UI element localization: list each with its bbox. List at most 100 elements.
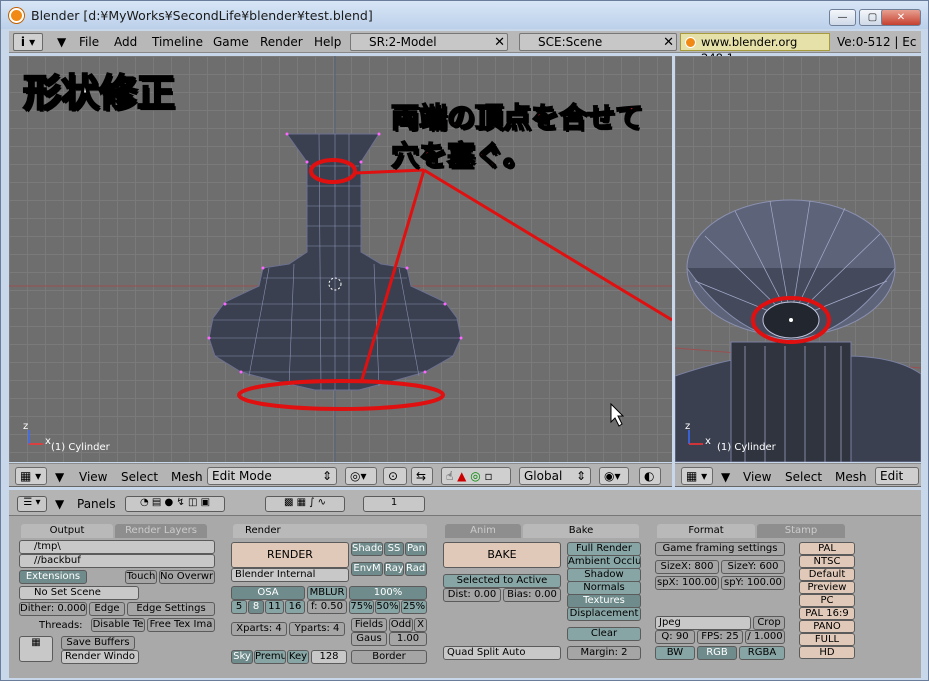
crop-toggle[interactable]: Crop <box>753 616 785 630</box>
dispwin-grid-icon[interactable]: ▦ <box>19 636 53 662</box>
side-window-type-icon[interactable]: ▦ ▾ <box>681 467 713 485</box>
no-overwrite-toggle[interactable]: No Overwri <box>159 570 215 584</box>
orientation-selector[interactable]: Global ⇕ <box>519 467 591 485</box>
preset-hd[interactable]: HD <box>799 646 855 659</box>
premul-toggle[interactable]: Premu <box>254 650 286 664</box>
layer-icon[interactable]: ◉▾ <box>599 467 629 485</box>
size-75-toggle[interactable]: 75% <box>349 600 374 614</box>
bake-ambient-occlusion[interactable]: Ambient Occlus <box>567 555 641 569</box>
disable-tex-toggle[interactable]: Disable Te <box>91 618 145 632</box>
header-collapse-icon[interactable]: ▼ <box>55 470 64 484</box>
bake-clear-toggle[interactable]: Clear <box>567 627 641 641</box>
envmap-toggle[interactable]: EnvM <box>351 562 383 576</box>
save-buffers-toggle[interactable]: Save Buffers <box>61 636 135 650</box>
pivot-icon[interactable]: ⊙ <box>383 467 407 485</box>
tab-bake[interactable]: Bake <box>523 524 639 538</box>
ray-toggle[interactable]: Ray <box>384 562 404 576</box>
menu-game[interactable]: Game <box>213 35 249 49</box>
bw-toggle[interactable]: BW <box>655 646 695 660</box>
osa-toggle[interactable]: OSA <box>231 586 305 600</box>
image-format-selector[interactable]: Jpeg <box>655 616 751 630</box>
osa-5[interactable]: 5 <box>231 600 247 614</box>
side-menu-view[interactable]: View <box>743 470 771 484</box>
context-icons[interactable]: ◔ ▤ ● ↯ ◫ ▣ <box>125 496 225 512</box>
sky-toggle[interactable]: Sky <box>231 650 253 664</box>
render-window-selector[interactable]: Render Windo <box>61 650 139 664</box>
side-menu-mesh[interactable]: Mesh <box>835 470 867 484</box>
manipulator-icons[interactable]: ☝ ▲ ◎ ▫ <box>441 467 511 485</box>
sizex-field[interactable]: SizeX: 800 <box>655 560 719 574</box>
touch-toggle[interactable]: Touch <box>125 570 157 584</box>
set-scene-selector[interactable]: No Set Scene <box>19 586 139 600</box>
size-50-toggle[interactable]: 50% <box>375 600 400 614</box>
side-3d-viewport[interactable]: z x (1) Cylinder <box>675 56 921 462</box>
mode-selector[interactable]: Edit Mode ⇕ <box>207 467 337 485</box>
yparts-field[interactable]: Yparts: 4 <box>289 622 345 636</box>
menu-view[interactable]: View <box>79 470 107 484</box>
key-toggle[interactable]: Key <box>287 650 309 664</box>
screen-selector[interactable]: SR:2-Model ✕ <box>350 33 508 51</box>
aspx-field[interactable]: spX: 100.00 <box>655 576 719 590</box>
xparts-field[interactable]: Xparts: 4 <box>231 622 287 636</box>
fps-base-field[interactable]: / 1.000 <box>745 630 785 644</box>
free-tex-images-toggle[interactable]: Free Tex Ima <box>147 618 215 632</box>
filter-size-field[interactable]: 1.00 <box>389 632 427 646</box>
tab-render-layers[interactable]: Render Layers <box>115 524 207 538</box>
bake-dist-field[interactable]: Dist: 0.00 <box>443 588 501 602</box>
dither-field[interactable]: Dither: 0.000 <box>19 602 87 616</box>
scene-selector[interactable]: SCE:Scene ✕ <box>519 33 677 51</box>
side-menu-select[interactable]: Select <box>785 470 822 484</box>
render-engine-selector[interactable]: Blender Internal <box>231 568 349 582</box>
tab-format[interactable]: Format <box>657 524 755 538</box>
scene-delete-icon[interactable]: ✕ <box>663 35 674 51</box>
fields-toggle[interactable]: Fields <box>351 618 387 632</box>
edge-settings-button[interactable]: Edge Settings <box>127 602 215 616</box>
game-framing-button[interactable]: Game framing settings <box>655 542 785 556</box>
close-button[interactable]: ✕ <box>881 9 921 26</box>
bits-selector[interactable]: 128 <box>311 650 347 664</box>
bake-full-render[interactable]: Full Render <box>567 542 641 556</box>
x-toggle[interactable]: X <box>414 618 427 632</box>
menu-help[interactable]: Help <box>314 35 341 49</box>
shadow-toggle[interactable]: Shado <box>351 542 383 556</box>
menu-expand-icon[interactable]: ▼ <box>57 35 66 49</box>
menu-render[interactable]: Render <box>260 35 303 49</box>
preset-pc[interactable]: PC <box>799 594 855 607</box>
tab-anim[interactable]: Anim <box>445 524 521 538</box>
bake-normals[interactable]: Normals <box>567 581 641 595</box>
minimize-button[interactable]: — <box>829 9 856 26</box>
edge-toggle[interactable]: Edge <box>89 602 125 616</box>
tab-output[interactable]: Output <box>21 524 113 538</box>
side-mode-selector[interactable]: Edit <box>875 467 919 485</box>
menu-select[interactable]: Select <box>121 470 158 484</box>
draw-type-icon[interactable]: ◎▾ <box>345 467 377 485</box>
main-3d-viewport[interactable]: z x (1) Cylinder 形状修正 両端の頂点を合せて 穴を塞ぐ。 <box>9 56 672 462</box>
frame-field[interactable]: 1 <box>363 496 425 512</box>
bake-textures[interactable]: Textures <box>567 594 641 608</box>
preset-preview[interactable]: Preview <box>799 581 855 594</box>
menu-file[interactable]: File <box>79 35 99 49</box>
extensions-toggle[interactable]: Extensions <box>19 570 87 584</box>
preset-ntsc[interactable]: NTSC <box>799 555 855 568</box>
bake-margin-field[interactable]: Margin: 2 <box>567 646 641 660</box>
radiosity-toggle[interactable]: Radi <box>405 562 427 576</box>
menu-timeline[interactable]: Timeline <box>152 35 203 49</box>
bake-displacement[interactable]: Displacement <box>567 607 641 621</box>
3d-window-type-icon[interactable]: ▦ ▾ <box>15 467 47 485</box>
osa-11[interactable]: 11 <box>265 600 284 614</box>
preset-pano[interactable]: PANO <box>799 620 855 633</box>
border-toggle[interactable]: Border <box>351 650 427 664</box>
render-button[interactable]: RENDER <box>231 542 349 568</box>
widget-icon[interactable]: ⇆ <box>411 467 433 485</box>
preset-pal[interactable]: PAL <box>799 542 855 555</box>
render-preview-icon[interactable]: ◐ <box>639 467 661 485</box>
fps-field[interactable]: FPS: 25 <box>697 630 743 644</box>
osa-8[interactable]: 8 <box>248 600 264 614</box>
info-window-type-icon[interactable]: i ▾ <box>13 33 43 51</box>
size-25-toggle[interactable]: 25% <box>401 600 427 614</box>
mblur-factor-field[interactable]: f: 0.50 <box>307 600 347 614</box>
selected-to-active-toggle[interactable]: Selected to Active <box>443 574 561 588</box>
odd-toggle[interactable]: Odd <box>389 618 413 632</box>
size-100-toggle[interactable]: 100% <box>349 586 427 600</box>
side-header-collapse-icon[interactable]: ▼ <box>721 470 730 484</box>
